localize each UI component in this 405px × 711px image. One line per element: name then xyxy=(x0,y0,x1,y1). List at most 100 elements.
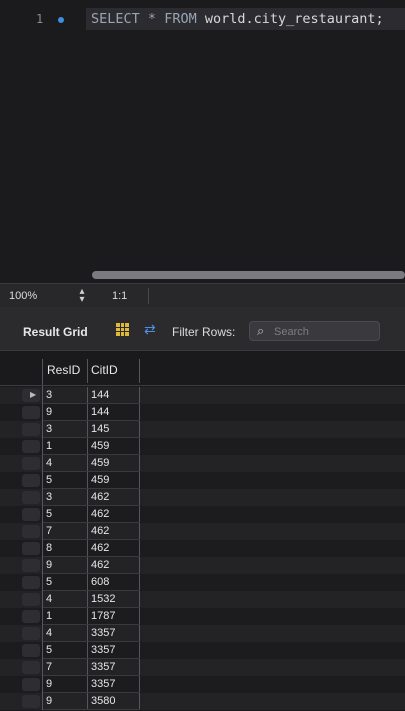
cell-resid[interactable]: 8 xyxy=(46,542,52,554)
table-row[interactable]: 4 1532 xyxy=(0,591,405,608)
cell-resid[interactable]: 4 xyxy=(46,457,52,469)
cell-citid[interactable]: 459 xyxy=(91,474,109,486)
cell-citid[interactable]: 462 xyxy=(91,491,109,503)
row-selector[interactable] xyxy=(22,695,40,708)
cell-citid[interactable]: 3357 xyxy=(91,644,115,656)
cell-resid[interactable]: 4 xyxy=(46,627,52,639)
row-selector[interactable] xyxy=(22,593,40,606)
statusbar-divider xyxy=(148,288,149,304)
row-selector[interactable] xyxy=(22,678,40,691)
cell-citid[interactable]: 608 xyxy=(91,576,109,588)
table-row[interactable]: 1 459 xyxy=(0,438,405,455)
table-row[interactable]: 9 144 xyxy=(0,404,405,421)
row-divider xyxy=(42,472,43,489)
cell-citid[interactable]: 462 xyxy=(91,508,109,520)
cell-citid[interactable]: 145 xyxy=(91,423,109,435)
table-row[interactable]: 1 1787 xyxy=(0,608,405,625)
row-selector[interactable] xyxy=(22,644,40,657)
current-row-arrow-icon: ▶ xyxy=(30,390,37,399)
table-row[interactable]: 5 608 xyxy=(0,574,405,591)
table-row[interactable]: 4 3357 xyxy=(0,625,405,642)
row-selector[interactable] xyxy=(22,627,40,640)
cell-resid[interactable]: 9 xyxy=(46,678,52,690)
cell-resid[interactable]: 9 xyxy=(46,695,52,707)
row-selector[interactable] xyxy=(22,610,40,623)
refresh-arrows-icon[interactable]: ⇄ xyxy=(144,321,156,338)
table-row[interactable]: 5 3357 xyxy=(0,642,405,659)
cell-resid[interactable]: 7 xyxy=(46,661,52,673)
cell-citid[interactable]: 1787 xyxy=(91,610,115,622)
grid-header: ResID CitID xyxy=(0,359,405,389)
cell-citid[interactable]: 3357 xyxy=(91,661,115,673)
cell-citid[interactable]: 3357 xyxy=(91,627,115,639)
cell-resid[interactable]: 9 xyxy=(46,559,52,571)
cell-citid[interactable]: 462 xyxy=(91,559,109,571)
row-rule xyxy=(43,709,140,710)
zoom-level[interactable]: 100% xyxy=(9,290,37,302)
search-input[interactable] xyxy=(274,324,374,339)
cell-citid[interactable]: 3580 xyxy=(91,695,115,707)
cell-resid[interactable]: 9 xyxy=(46,406,52,418)
cell-citid[interactable]: 1532 xyxy=(91,593,115,605)
table-row[interactable]: 7 462 xyxy=(0,523,405,540)
cell-resid[interactable]: 3 xyxy=(46,423,52,435)
row-selector[interactable] xyxy=(22,491,40,504)
row-selector[interactable] xyxy=(22,508,40,521)
sql-editor[interactable]: 1 SELECT * FROM world.city_restaurant; xyxy=(0,0,405,283)
cell-citid[interactable]: 462 xyxy=(91,542,109,554)
result-grid-label[interactable]: Result Grid xyxy=(23,325,88,339)
table-row[interactable]: 5 462 xyxy=(0,506,405,523)
cell-resid[interactable]: 7 xyxy=(46,525,52,537)
row-selector[interactable] xyxy=(22,525,40,538)
row-divider xyxy=(42,455,43,472)
cell-resid[interactable]: 5 xyxy=(46,508,52,520)
result-grid-icon[interactable] xyxy=(116,323,129,336)
row-selector[interactable] xyxy=(22,559,40,572)
row-selector[interactable] xyxy=(22,440,40,453)
row-divider xyxy=(42,506,43,523)
table-row[interactable]: 4 459 xyxy=(0,455,405,472)
table-row[interactable]: 5 459 xyxy=(0,472,405,489)
row-selector[interactable] xyxy=(22,423,40,436)
breakpoint-dot-icon[interactable] xyxy=(58,17,64,23)
cell-citid[interactable]: 459 xyxy=(91,457,109,469)
column-header-resid[interactable]: ResID xyxy=(47,363,80,377)
table-row[interactable]: 9 3357 xyxy=(0,676,405,693)
line-number: 1 xyxy=(36,12,44,26)
row-divider xyxy=(42,676,43,693)
row-selector[interactable] xyxy=(22,542,40,555)
cell-citid[interactable]: 459 xyxy=(91,440,109,452)
row-selector[interactable] xyxy=(22,576,40,589)
cell-resid[interactable]: 5 xyxy=(46,474,52,486)
stepper-icon[interactable]: ▴ ▾ xyxy=(76,287,88,305)
row-selector[interactable] xyxy=(22,457,40,470)
filter-rows-label: Filter Rows: xyxy=(172,325,236,339)
table-row[interactable]: 3 462 xyxy=(0,489,405,506)
sql-query[interactable]: SELECT * FROM world.city_restaurant; xyxy=(91,11,384,27)
column-header-citid[interactable]: CitID xyxy=(91,363,118,377)
table-row[interactable]: 8 462 xyxy=(0,540,405,557)
horizontal-scrollbar[interactable] xyxy=(92,271,405,279)
table-row[interactable]: 7 3357 xyxy=(0,659,405,676)
row-selector[interactable] xyxy=(22,474,40,487)
cursor-position: 1:1 xyxy=(112,290,128,302)
cell-citid[interactable]: 144 xyxy=(91,406,109,418)
cell-resid[interactable]: 1 xyxy=(46,610,52,622)
table-row[interactable]: 9 3580 xyxy=(0,693,405,710)
cell-resid[interactable]: 4 xyxy=(46,593,52,605)
table-row[interactable]: 9 462 xyxy=(0,557,405,574)
cell-citid[interactable]: 3357 xyxy=(91,678,115,690)
cell-citid[interactable]: 462 xyxy=(91,525,109,537)
filter-search-box[interactable]: ⌕ xyxy=(249,321,380,341)
cell-citid[interactable]: 144 xyxy=(91,389,109,401)
cell-resid[interactable]: 5 xyxy=(46,644,52,656)
row-selector[interactable] xyxy=(22,406,40,419)
table-row[interactable]: ▶ 3 144 xyxy=(0,387,405,404)
cell-resid[interactable]: 3 xyxy=(46,389,52,401)
cell-resid[interactable]: 1 xyxy=(46,440,52,452)
cell-resid[interactable]: 3 xyxy=(46,491,52,503)
cell-resid[interactable]: 5 xyxy=(46,576,52,588)
row-divider xyxy=(42,523,43,540)
row-selector[interactable] xyxy=(22,661,40,674)
table-row[interactable]: 3 145 xyxy=(0,421,405,438)
